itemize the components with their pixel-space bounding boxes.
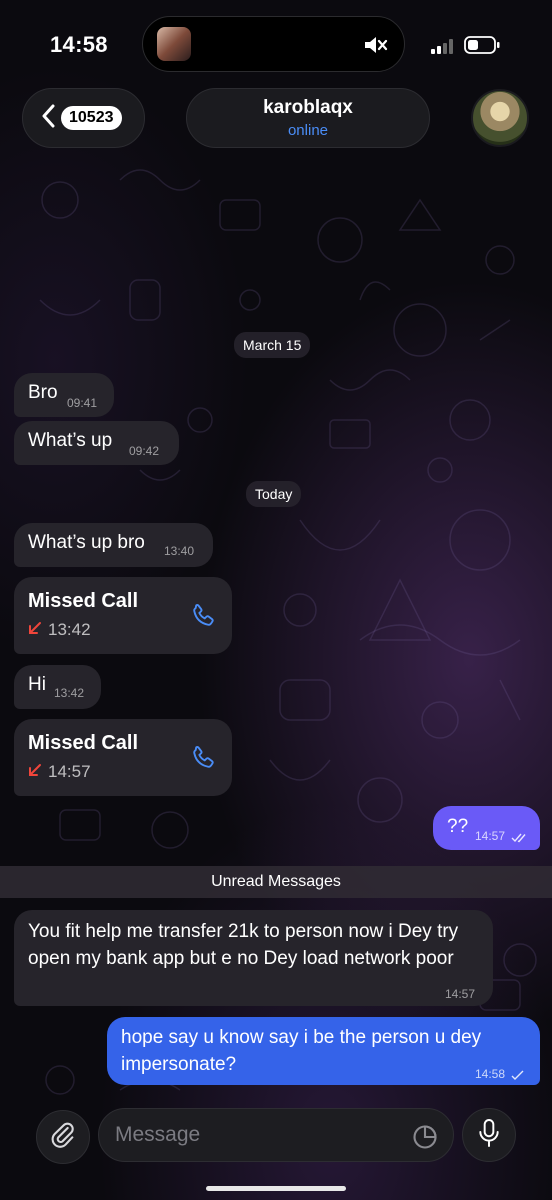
message-text: What’s up bbox=[28, 430, 113, 451]
date-separator-march: March 15 bbox=[234, 332, 311, 358]
paperclip-icon bbox=[49, 1120, 77, 1155]
status-time: 14:58 bbox=[50, 32, 108, 57]
status-bar: 14:58 bbox=[0, 0, 552, 90]
message-bubble[interactable]: You fit help me transfer 21k to person n… bbox=[14, 910, 493, 1006]
avatar[interactable] bbox=[471, 89, 529, 147]
message-time: 14:58 bbox=[475, 1067, 506, 1081]
message-time: 13:42 bbox=[54, 686, 85, 700]
signal-icon bbox=[431, 38, 457, 59]
call-label: Missed Call bbox=[28, 590, 139, 612]
call-time: 13:42 bbox=[48, 620, 91, 639]
call-label: Missed Call bbox=[28, 732, 139, 754]
date-separator-today: Today bbox=[246, 481, 302, 507]
phone-icon[interactable] bbox=[188, 743, 218, 779]
message-bubble-outgoing[interactable]: hope say u know say i be the person u de… bbox=[107, 1017, 540, 1085]
voice-message-button[interactable] bbox=[462, 1108, 516, 1162]
message-text: You fit help me transfer 21k to person n… bbox=[28, 921, 459, 969]
message-text: hope say u know say i be the person u de… bbox=[121, 1027, 482, 1075]
silent-mode-icon bbox=[362, 34, 388, 61]
message-text: ?? bbox=[447, 816, 469, 837]
contact-status: online bbox=[287, 122, 329, 139]
message-bubble[interactable]: What’s up bro 13:40 bbox=[14, 523, 213, 567]
message-time: 13:40 bbox=[164, 544, 195, 558]
message-bubble[interactable]: What’s up 09:42 bbox=[14, 421, 179, 465]
message-text: Hi bbox=[28, 674, 46, 695]
message-bubble-outgoing[interactable]: ?? 14:57 bbox=[433, 806, 540, 850]
chat-title[interactable]: karoblaqx online bbox=[186, 88, 430, 148]
dynamic-island[interactable] bbox=[142, 16, 405, 72]
phone-icon[interactable] bbox=[188, 601, 218, 637]
home-indicator[interactable] bbox=[206, 1186, 346, 1191]
message-text: Bro bbox=[28, 382, 58, 403]
unread-messages-divider: Unread Messages bbox=[0, 866, 552, 898]
microphone-icon bbox=[476, 1117, 502, 1154]
chevron-left-icon bbox=[41, 104, 55, 133]
message-bubble[interactable]: Bro 09:41 bbox=[14, 373, 114, 417]
missed-call-arrow-icon bbox=[28, 763, 42, 782]
message-input-box[interactable] bbox=[98, 1108, 454, 1162]
double-check-icon bbox=[511, 828, 529, 850]
call-meta: 13:42 bbox=[28, 620, 91, 640]
battery-icon bbox=[464, 36, 500, 59]
missed-call-bubble[interactable]: Missed Call 13:42 bbox=[14, 577, 232, 654]
attach-button[interactable] bbox=[36, 1110, 90, 1164]
message-time: 14:57 bbox=[475, 829, 506, 843]
message-time: 09:41 bbox=[67, 396, 98, 410]
unread-count-badge: 10523 bbox=[61, 106, 122, 130]
contact-name: karoblaqx bbox=[263, 97, 353, 118]
message-input[interactable] bbox=[115, 1109, 405, 1161]
missed-call-bubble[interactable]: Missed Call 14:57 bbox=[14, 719, 232, 796]
message-time: 14:57 bbox=[445, 987, 476, 1001]
single-check-icon bbox=[511, 1066, 525, 1088]
message-text: What’s up bro bbox=[28, 532, 145, 553]
message-time: 09:42 bbox=[129, 444, 160, 458]
call-time: 14:57 bbox=[48, 762, 91, 781]
back-button[interactable]: 10523 bbox=[22, 88, 145, 148]
sticker-icon[interactable] bbox=[411, 1123, 439, 1156]
media-thumbnail bbox=[157, 27, 191, 61]
message-bubble[interactable]: Hi 13:42 bbox=[14, 665, 101, 709]
call-meta: 14:57 bbox=[28, 762, 91, 782]
missed-call-arrow-icon bbox=[28, 621, 42, 640]
